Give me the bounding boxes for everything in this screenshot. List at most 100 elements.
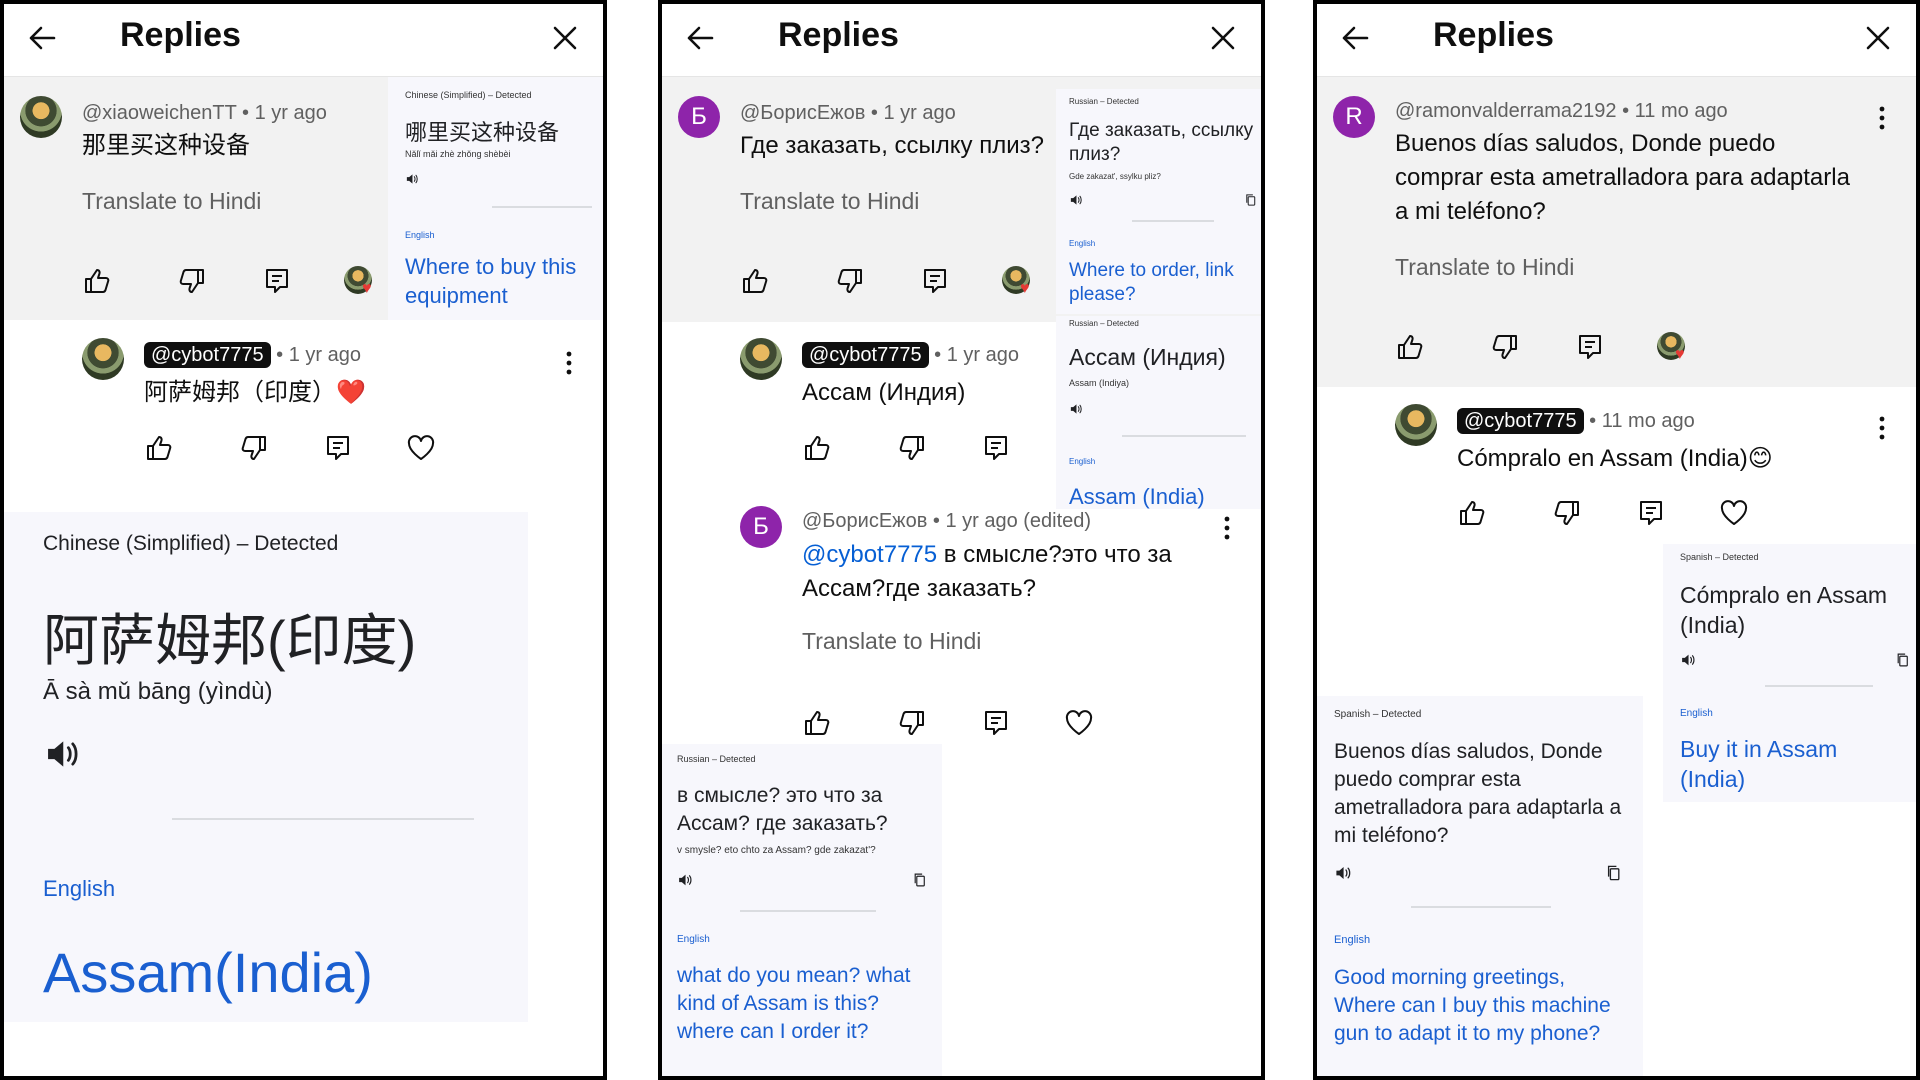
speaker-icon[interactable] [677, 872, 693, 888]
reply-icon[interactable] [323, 433, 353, 463]
detected-language: Russian – Detected [677, 754, 756, 764]
speaker-icon[interactable] [405, 172, 419, 186]
page-title: Replies [1433, 16, 1554, 54]
like-icon[interactable] [1395, 332, 1425, 362]
dislike-icon[interactable] [897, 708, 927, 738]
heart-icon[interactable] [1064, 708, 1094, 738]
dislike-icon[interactable] [177, 266, 207, 296]
dislike-icon[interactable] [897, 433, 927, 463]
divider [1765, 685, 1873, 687]
like-icon[interactable] [802, 708, 832, 738]
reply-icon[interactable] [262, 266, 292, 296]
comment-meta: @xiaoweichenTT • 1 yr ago [82, 102, 327, 124]
heart-icon[interactable] [406, 433, 436, 463]
author-name[interactable]: @ramonvalderrama2192 [1395, 100, 1617, 122]
reply-meta: @cybot7775 • 1 yr ago [144, 342, 361, 368]
romanization: v smysle? eto chto za Assam? gde zakazat… [677, 845, 876, 856]
detected-language: Chinese (Simplified) – Detected [405, 90, 532, 100]
speaker-icon[interactable] [1334, 864, 1352, 882]
speaker-icon[interactable] [1680, 652, 1696, 668]
reply-icon[interactable] [1636, 498, 1666, 528]
replies-panel-3: Replies R @ramonvalderrama2192 • 11 mo a… [1313, 0, 1920, 1080]
copy-icon[interactable] [1244, 193, 1258, 207]
reply-text: Cómpralo en Assam (India)😊 [1457, 445, 1773, 472]
avatar[interactable] [1395, 404, 1437, 446]
dislike-icon[interactable] [1490, 332, 1520, 362]
back-arrow-icon[interactable] [1337, 20, 1373, 56]
more-options-icon[interactable] [1224, 516, 1230, 540]
copy-icon[interactable] [1605, 864, 1623, 882]
author-chip[interactable]: @cybot7775 [802, 342, 929, 368]
like-icon[interactable] [1457, 498, 1487, 528]
target-language: English [677, 934, 710, 945]
back-arrow-icon[interactable] [24, 20, 60, 56]
heart-icon[interactable] [1719, 498, 1749, 528]
more-options-icon[interactable] [1879, 106, 1885, 130]
speaker-icon[interactable] [1069, 402, 1083, 416]
author-chip[interactable]: @cybot7775 [1457, 408, 1584, 434]
translation-text: Assam(India) [43, 941, 373, 1004]
like-icon[interactable] [144, 433, 174, 463]
avatar[interactable]: R [1333, 96, 1375, 138]
translation-text: Where to buy this equipment [405, 254, 577, 308]
more-options-icon[interactable] [566, 351, 572, 375]
reply-meta: @БорисЕжов • 1 yr ago (edited) [802, 510, 1092, 532]
reply-text: 阿萨姆邦（印度）❤️ [144, 379, 366, 406]
avatar[interactable] [740, 338, 782, 380]
avatar[interactable] [82, 338, 124, 380]
target-language: English [405, 230, 435, 240]
dislike-icon[interactable] [835, 266, 865, 296]
back-arrow-icon[interactable] [682, 20, 718, 56]
speaker-icon[interactable] [43, 735, 81, 773]
dislike-icon[interactable] [239, 433, 269, 463]
author-chip[interactable]: @cybot7775 [144, 342, 271, 368]
translation-text: Assam (India) [1069, 484, 1205, 509]
avatar[interactable]: Б [740, 506, 782, 548]
copy-icon[interactable] [912, 872, 928, 888]
translation-text: Good morning greetings, Where can I buy … [1334, 966, 1611, 1045]
like-icon[interactable] [802, 433, 832, 463]
dislike-icon[interactable] [1552, 498, 1582, 528]
source-text: Buenos días saludos, Donde puedo comprar… [1334, 740, 1622, 847]
translation-text: Where to order, link please? [1069, 260, 1234, 305]
speaker-icon[interactable] [1069, 193, 1083, 207]
author-name[interactable]: @БорисЕжов [740, 102, 865, 124]
divider [1132, 220, 1214, 222]
detected-language: Spanish – Detected [1334, 709, 1422, 720]
detected-language: Chinese (Simplified) – Detected [43, 532, 339, 555]
reply-icon[interactable] [981, 433, 1011, 463]
heart-badge-icon: ♥ [1020, 280, 1030, 297]
author-name[interactable]: @БорисЕжов [802, 510, 927, 532]
divider [740, 910, 876, 912]
copy-icon[interactable] [1895, 652, 1911, 668]
translate-link[interactable]: Translate to Hindi [1395, 254, 1574, 281]
translate-link[interactable]: Translate to Hindi [82, 188, 261, 215]
reply-icon[interactable] [1575, 332, 1605, 362]
source-text: 阿萨姆邦(印度) [43, 609, 417, 672]
source-text: Ассам (Индия) [1069, 344, 1226, 370]
page-title: Replies [120, 16, 241, 54]
translate-popup-mid: Russian – Detected Ассам (Индия) Assam (… [1056, 316, 1261, 509]
more-options-icon[interactable] [1879, 416, 1885, 440]
close-icon[interactable] [1205, 20, 1241, 56]
reply-icon[interactable] [981, 708, 1011, 738]
mention-link[interactable]: @cybot7775 [802, 541, 937, 568]
close-icon[interactable] [547, 20, 583, 56]
close-icon[interactable] [1860, 20, 1896, 56]
translate-popup-left: Spanish – Detected Buenos días saludos, … [1317, 696, 1643, 1076]
avatar[interactable] [20, 96, 62, 138]
replies-panel-2: Replies Б @БорисЕжов • 1 yr ago Где зака… [658, 0, 1265, 1080]
reply-icon[interactable] [920, 266, 950, 296]
like-icon[interactable] [740, 266, 770, 296]
reply-text: Ассам (Индия) [802, 379, 966, 406]
translate-link[interactable]: Translate to Hindi [740, 188, 919, 215]
avatar[interactable]: Б [678, 96, 720, 138]
source-text: 哪里买这种设备 [405, 120, 560, 145]
author-name[interactable]: @xiaoweichenTT [82, 102, 236, 124]
translate-popup-bottom: Russian – Detected в смысле? это что за … [662, 744, 942, 1076]
reply-meta: @cybot7775 • 11 mo ago [1457, 408, 1695, 434]
like-icon[interactable] [82, 266, 112, 296]
translate-link[interactable]: Translate to Hindi [802, 628, 981, 655]
replies-panel-1: Replies @xiaoweichenTT • 1 yr ago 那里买这种设… [0, 0, 607, 1080]
romanization: Assam (Indiya) [1069, 378, 1130, 388]
